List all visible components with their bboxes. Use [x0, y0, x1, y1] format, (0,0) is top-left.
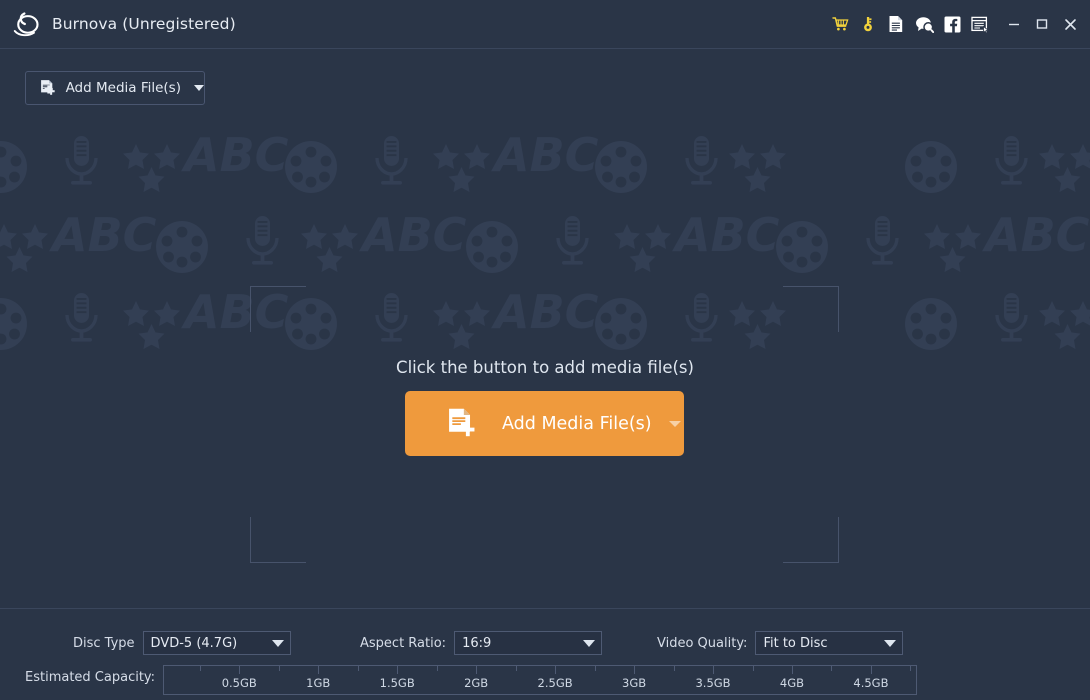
ruler-tick-major: [397, 666, 399, 674]
ruler-tick-major: [318, 666, 320, 674]
ruler-tick-label: 4GB: [779, 676, 805, 690]
key-icon[interactable]: [854, 9, 882, 39]
video-quality-select[interactable]: Fit to Disc: [755, 631, 904, 655]
minimize-button[interactable]: [1000, 9, 1028, 39]
dropzone-corner-top-right: [783, 286, 839, 332]
bottom-settings-bar: Disc Type DVD-5 (4.7G) Aspect Ratio: 16:…: [0, 608, 1090, 700]
dropzone-corner-bottom-left: [250, 517, 306, 563]
ruler-tick-label: 4.5GB: [853, 676, 889, 690]
ruler-tick-label: 0.5GB: [221, 676, 257, 690]
ruler-tick-minor: [673, 666, 675, 671]
chevron-down-icon[interactable]: [668, 420, 681, 427]
ruler-tick-label: 1GB: [306, 676, 331, 690]
dropzone-hint-text: Click the button to add media file(s): [396, 358, 694, 377]
ruler-tick-major: [555, 666, 557, 674]
ruler-tick-major: [791, 666, 793, 674]
ruler-tick-minor: [831, 666, 833, 671]
disc-type-select[interactable]: DVD-5 (4.7G): [142, 631, 291, 655]
ruler-tick-major: [239, 666, 241, 674]
document-icon[interactable]: [882, 9, 910, 39]
app-brand: Burnova (Unregistered): [0, 10, 236, 38]
aspect-ratio-value: 16:9: [462, 635, 492, 651]
estimated-capacity-row: Estimated Capacity: 0.5GB 1GB 1.5GB 2GB 2.5G…: [25, 665, 918, 695]
burnova-logo-icon: [13, 12, 39, 37]
dropzone-corner-bottom-right: [783, 517, 839, 563]
maximize-button[interactable]: [1028, 9, 1056, 39]
aspect-ratio-field: Aspect Ratio: 16:9: [360, 631, 603, 655]
ruler-tick-minor: [752, 666, 754, 671]
ruler-tick-minor: [436, 666, 438, 671]
dropzone-corner-top-left: [250, 286, 306, 332]
add-media-files-label: Add Media File(s): [65, 80, 181, 96]
shopping-cart-icon[interactable]: [826, 9, 854, 39]
close-button[interactable]: [1056, 9, 1084, 39]
ruler-tick-label: 1.5GB: [379, 676, 415, 690]
ruler-tick-major: [634, 666, 636, 674]
ruler-tick-minor: [278, 666, 280, 671]
add-media-files-primary-button[interactable]: Add Media File(s): [405, 391, 684, 456]
ruler-tick-major: [476, 666, 478, 674]
video-quality-field: Video Quality: Fit to Disc: [657, 631, 904, 655]
estimated-capacity-ruler[interactable]: 0.5GB 1GB 1.5GB 2GB 2.5GB 3GB 3.5GB 4GB 4.5GB: [163, 665, 918, 695]
title-bar-actions: [826, 0, 1090, 48]
chevron-down-icon[interactable]: [194, 85, 204, 91]
add-media-files-primary-label: Add Media File(s): [502, 413, 652, 434]
chevron-down-icon: [583, 639, 596, 647]
disc-type-label: Disc Type: [73, 635, 135, 651]
add-file-icon: [449, 408, 475, 437]
video-quality-label: Video Quality:: [657, 635, 748, 651]
add-file-icon: [41, 80, 55, 95]
ruler-tick-label: 3.5GB: [695, 676, 731, 690]
ruler-tick-minor: [515, 666, 517, 671]
menu-list-icon[interactable]: [966, 9, 994, 39]
burnova-window: Burnova (Unregistered) Add Media File(s)…: [0, 0, 1090, 700]
facebook-icon[interactable]: [938, 9, 966, 39]
chevron-down-icon: [884, 639, 897, 647]
main-toolbar: Add Media File(s): [0, 49, 1090, 108]
title-bar: Burnova (Unregistered): [0, 0, 1090, 49]
ruler-tick-minor: [357, 666, 359, 671]
video-quality-value: Fit to Disc: [763, 635, 828, 651]
chevron-down-icon: [271, 639, 284, 647]
disc-type-value: DVD-5 (4.7G): [150, 635, 238, 651]
estimated-capacity-label: Estimated Capacity:: [25, 670, 156, 685]
app-title: Burnova (Unregistered): [52, 15, 236, 33]
ruler-tick-minor: [910, 666, 912, 671]
ruler-tick-label: 2.5GB: [537, 676, 573, 690]
feedback-bubble-icon[interactable]: [910, 9, 938, 39]
ruler-tick-minor: [199, 666, 201, 671]
add-media-files-button[interactable]: Add Media File(s): [25, 71, 205, 105]
ruler-tick-label: 2GB: [464, 676, 489, 690]
aspect-ratio-select[interactable]: 16:9: [454, 631, 603, 655]
ruler-tick-major: [713, 666, 715, 674]
ruler-tick-major: [870, 666, 872, 674]
ruler-tick-minor: [594, 666, 596, 671]
media-dropzone-area[interactable]: ABC Click the button to add media file(s…: [0, 108, 1090, 608]
disc-type-field: Disc Type DVD-5 (4.7G): [73, 631, 291, 655]
ruler-tick-label: 3GB: [622, 676, 647, 690]
aspect-ratio-label: Aspect Ratio:: [360, 635, 447, 651]
